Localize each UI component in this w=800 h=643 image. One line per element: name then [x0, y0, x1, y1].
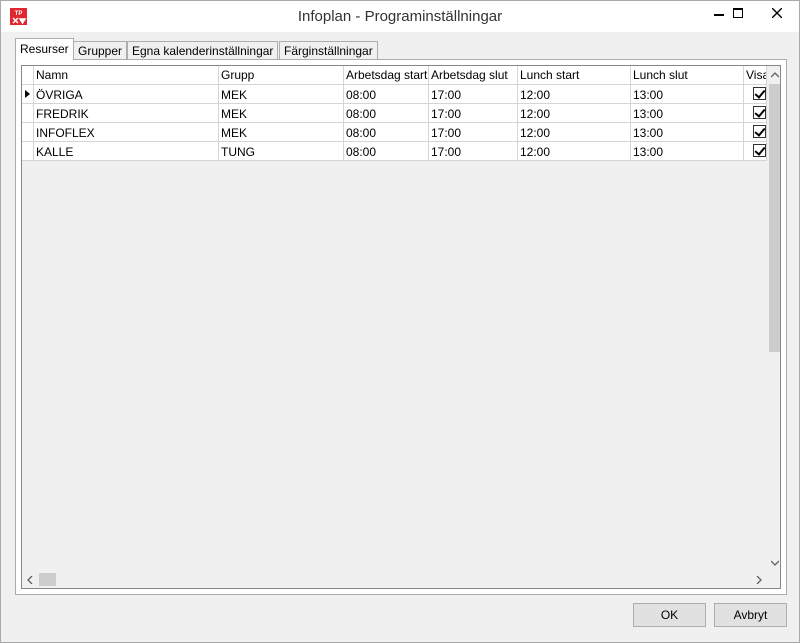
- dialog-window: TP Infoplan - Programinställningar Resur…: [0, 0, 800, 643]
- cell-namn[interactable]: FREDRIK: [34, 104, 219, 123]
- column-header-grupp[interactable]: Grupp: [219, 66, 344, 85]
- resources-grid[interactable]: Namn Grupp Arbetsdag start Arbetsdag slu…: [21, 65, 781, 589]
- window-title: Infoplan - Programinställningar: [297, 8, 503, 25]
- close-button[interactable]: [757, 1, 797, 25]
- cell-visa: [744, 85, 767, 104]
- visa-checkbox[interactable]: [753, 106, 766, 119]
- table-row[interactable]: FREDRIK MEK 08:00 17:00 12:00 13:00: [22, 104, 767, 123]
- title-bar[interactable]: TP Infoplan - Programinställningar: [1, 1, 799, 32]
- column-header-arbetsdag-slut[interactable]: Arbetsdag slut: [429, 66, 518, 85]
- column-header-arbetsdag-start[interactable]: Arbetsdag start: [344, 66, 429, 85]
- scroll-down-icon[interactable]: [767, 554, 780, 571]
- cell-arbetsdag-slut[interactable]: 17:00: [429, 123, 518, 142]
- row-header[interactable]: [22, 104, 34, 123]
- grid-header: Namn Grupp Arbetsdag start Arbetsdag slu…: [22, 66, 767, 85]
- cell-grupp[interactable]: MEK: [219, 104, 344, 123]
- horizontal-scroll-thumb[interactable]: [39, 573, 56, 586]
- table-row[interactable]: ÖVRIGA MEK 08:00 17:00 12:00 13:00: [22, 85, 767, 104]
- cell-grupp[interactable]: MEK: [219, 85, 344, 104]
- maximize-icon: [733, 8, 743, 18]
- cell-namn[interactable]: INFOFLEX: [34, 123, 219, 142]
- cell-lunch-start[interactable]: 12:00: [518, 123, 631, 142]
- vertical-scroll-thumb[interactable]: [769, 84, 780, 352]
- visa-checkbox[interactable]: [753, 144, 766, 157]
- visa-checkbox[interactable]: [753, 125, 766, 138]
- column-header-visa[interactable]: Visa: [744, 66, 767, 85]
- cancel-button[interactable]: Avbryt: [714, 603, 787, 627]
- row-header[interactable]: [22, 123, 34, 142]
- cell-lunch-slut[interactable]: 13:00: [631, 142, 744, 161]
- cell-visa: [744, 123, 767, 142]
- tab-panel-resurser: Namn Grupp Arbetsdag start Arbetsdag slu…: [15, 59, 787, 595]
- row-header[interactable]: [22, 142, 34, 161]
- table-row[interactable]: INFOFLEX MEK 08:00 17:00 12:00 13:00: [22, 123, 767, 142]
- cell-arbetsdag-slut[interactable]: 17:00: [429, 142, 518, 161]
- column-header-lunch-slut[interactable]: Lunch slut: [631, 66, 744, 85]
- cell-grupp[interactable]: TUNG: [219, 142, 344, 161]
- tab-resurser[interactable]: Resurser: [15, 38, 74, 60]
- current-row-pointer-icon: [25, 90, 30, 98]
- horizontal-scrollbar[interactable]: [22, 571, 767, 588]
- cell-namn[interactable]: KALLE: [34, 142, 219, 161]
- cell-lunch-slut[interactable]: 13:00: [631, 104, 744, 123]
- header-corner: [22, 66, 34, 85]
- cell-visa: [744, 142, 767, 161]
- tab-farginstallningar[interactable]: Färginställningar: [279, 41, 378, 60]
- scroll-up-icon[interactable]: [767, 66, 780, 83]
- cell-arbetsdag-start[interactable]: 08:00: [344, 104, 429, 123]
- cell-lunch-slut[interactable]: 13:00: [631, 123, 744, 142]
- table-row[interactable]: KALLE TUNG 08:00 17:00 12:00 13:00: [22, 142, 767, 161]
- column-header-namn[interactable]: Namn: [34, 66, 219, 85]
- vertical-scrollbar[interactable]: [767, 66, 780, 571]
- tab-grupper[interactable]: Grupper: [73, 41, 128, 60]
- row-header[interactable]: [22, 85, 34, 104]
- scroll-right-icon[interactable]: [751, 571, 767, 588]
- cell-lunch-start[interactable]: 12:00: [518, 142, 631, 161]
- cell-grupp[interactable]: MEK: [219, 123, 344, 142]
- cell-lunch-start[interactable]: 12:00: [518, 104, 631, 123]
- scrollbar-corner: [767, 571, 780, 588]
- scroll-left-icon[interactable]: [22, 571, 38, 588]
- maximize-button[interactable]: [721, 1, 755, 25]
- cell-arbetsdag-slut[interactable]: 17:00: [429, 85, 518, 104]
- visa-checkbox[interactable]: [753, 87, 766, 100]
- cell-visa: [744, 104, 767, 123]
- cell-lunch-slut[interactable]: 13:00: [631, 85, 744, 104]
- cell-lunch-start[interactable]: 12:00: [518, 85, 631, 104]
- cell-arbetsdag-start[interactable]: 08:00: [344, 85, 429, 104]
- close-icon: [772, 8, 782, 18]
- cell-arbetsdag-start[interactable]: 08:00: [344, 142, 429, 161]
- cell-arbetsdag-slut[interactable]: 17:00: [429, 104, 518, 123]
- ok-button[interactable]: OK: [633, 603, 706, 627]
- cell-arbetsdag-start[interactable]: 08:00: [344, 123, 429, 142]
- tab-egna-kalenderinstallningar[interactable]: Egna kalenderinställningar: [127, 41, 279, 60]
- cell-namn[interactable]: ÖVRIGA: [34, 85, 219, 104]
- column-header-lunch-start[interactable]: Lunch start: [518, 66, 631, 85]
